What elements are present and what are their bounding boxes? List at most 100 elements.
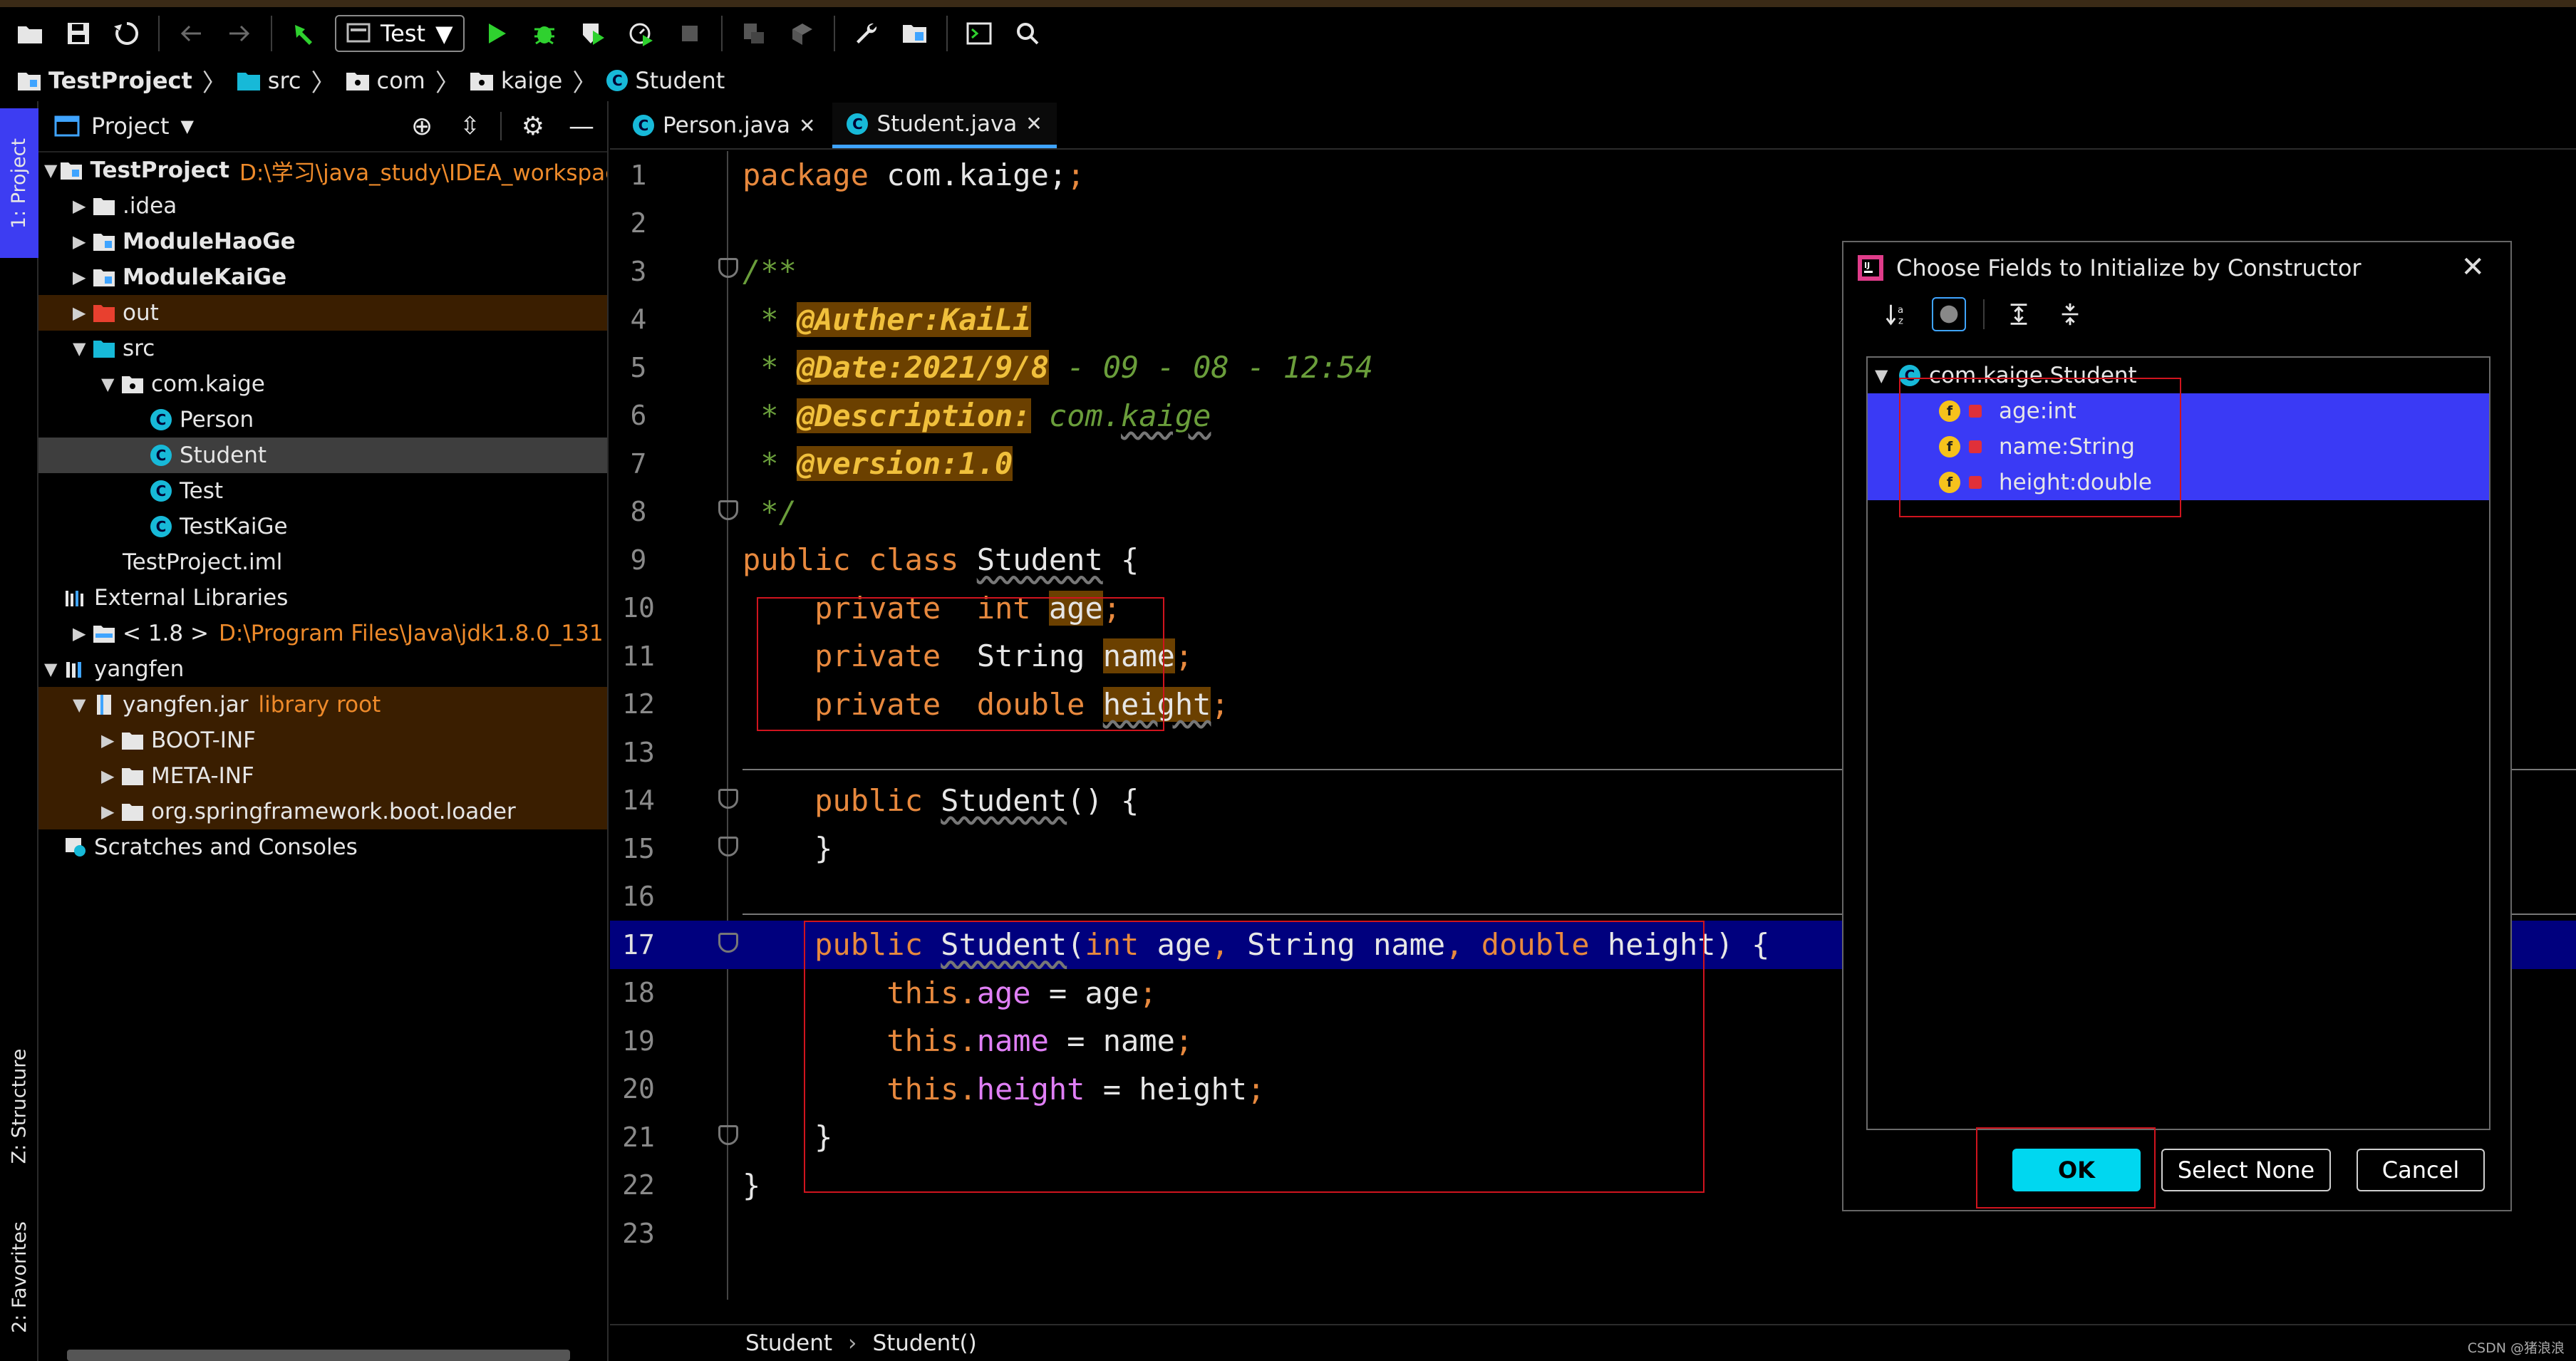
chevron-down-icon[interactable]: ▼ (44, 160, 57, 180)
module-folder-icon (18, 73, 41, 90)
jar-icon (93, 694, 115, 715)
footer-crumb-method[interactable]: Student() (872, 1330, 976, 1356)
open-folder-icon[interactable] (13, 16, 47, 51)
chevron-right-icon[interactable]: ▶ (73, 623, 90, 643)
chevron-right-icon[interactable]: ▶ (73, 303, 90, 323)
code-token: com. (1030, 398, 1122, 433)
toolbar-separator (720, 16, 723, 51)
javadoc-tag: @version:1.0 (796, 446, 1013, 482)
settings-wrench-icon[interactable] (849, 16, 884, 51)
tree-item[interactable]: ▼ TestProject D:\学习\java_study\IDEA_worksp… (38, 152, 607, 188)
close-icon[interactable]: ✕ (1025, 112, 1042, 135)
coverage-icon[interactable] (576, 16, 610, 51)
fold-marker-icon[interactable] (718, 789, 738, 809)
deploy-icon[interactable] (785, 16, 819, 51)
select-none-button[interactable]: Select None (2161, 1149, 2331, 1191)
fold-marker-icon[interactable] (718, 258, 738, 278)
chevron-down-icon[interactable]: ▼ (1875, 366, 1892, 385)
tree-item[interactable]: External Libraries (38, 580, 607, 616)
forward-icon[interactable] (222, 16, 257, 51)
tree-item[interactable]: ▶ ModuleHaoGe (38, 224, 607, 259)
chevron-right-icon[interactable]: ▶ (73, 267, 90, 287)
cancel-button[interactable]: Cancel (2357, 1149, 2485, 1191)
line-number: 15 (622, 832, 655, 864)
tree-item[interactable]: ▶ ModuleKaiGe (38, 259, 607, 295)
sort-alphabetically-icon[interactable]: az (1881, 297, 1915, 331)
project-panel-title[interactable]: Project (91, 113, 169, 140)
chevron-down-icon[interactable]: ▼ (73, 338, 90, 358)
sync-icon[interactable] (110, 16, 144, 51)
terminal-icon[interactable] (962, 16, 996, 51)
close-icon[interactable]: ✕ (2461, 251, 2485, 284)
tab-person-java[interactable]: C Person.java ✕ (619, 103, 829, 148)
tree-item[interactable]: ▶ META-INF (38, 758, 607, 794)
chevron-right-icon[interactable]: ▶ (101, 802, 118, 822)
breadcrumb-project[interactable]: TestProject (17, 67, 192, 94)
tree-item[interactable]: ▼ com.kaige (38, 366, 607, 402)
tree-item[interactable]: ▶ out (38, 295, 607, 331)
tree-item[interactable]: ▼ yangfen (38, 651, 607, 687)
toolbar-separator (500, 112, 502, 140)
tree-item[interactable]: C Person (38, 402, 607, 438)
tree-item-label: External Libraries (94, 585, 289, 611)
chevron-right-icon[interactable]: ▶ (73, 196, 90, 216)
tool-tab-structure[interactable]: Z: Structure (0, 1028, 38, 1184)
chevron-down-icon[interactable]: ▼ (73, 695, 90, 715)
tool-tab-project[interactable]: 1: Project (0, 108, 38, 258)
tree-item[interactable]: C TestKaiGe (38, 509, 607, 544)
expand-all-icon[interactable] (2002, 297, 2036, 331)
back-icon[interactable] (174, 16, 208, 51)
chevron-right-icon[interactable]: ▶ (73, 232, 90, 252)
chevron-right-icon[interactable]: ▶ (101, 730, 118, 750)
close-icon[interactable]: ✕ (799, 114, 815, 138)
class-icon: C (150, 445, 172, 466)
fold-marker-icon[interactable] (718, 933, 738, 953)
run-configuration-select[interactable]: Test ▼ (335, 15, 465, 52)
chevron-down-icon[interactable]: ▼ (180, 116, 193, 136)
fold-marker-icon[interactable] (718, 837, 738, 857)
tool-tab-label: Z: Structure (8, 1048, 31, 1164)
attach-icon[interactable] (737, 16, 771, 51)
tree-item[interactable]: TestProject.iml (38, 544, 607, 580)
profile-icon[interactable] (624, 16, 658, 51)
collapse-all-icon[interactable]: ⇳ (460, 112, 480, 140)
chevron-down-icon[interactable]: ▼ (101, 374, 118, 394)
collapse-all-icon[interactable] (2053, 297, 2087, 331)
stop-icon[interactable] (673, 16, 707, 51)
horizontal-scrollbar[interactable] (67, 1350, 570, 1361)
show-fields-toggle-icon[interactable] (1932, 297, 1966, 331)
build-hammer-icon[interactable] (286, 16, 321, 51)
tree-item[interactable]: ▼ yangfen.jar library root (38, 687, 607, 723)
tree-item-label: Student (180, 443, 267, 468)
gear-icon[interactable]: ⚙ (522, 112, 544, 141)
debug-icon[interactable] (527, 16, 562, 51)
search-icon[interactable] (1010, 16, 1045, 51)
footer-crumb-class[interactable]: Student (745, 1330, 832, 1356)
tree-item[interactable]: C Test (38, 473, 607, 509)
tree-item[interactable]: ▶ org.springframework.boot.loader (38, 794, 607, 829)
tree-item-label: yangfen (94, 656, 185, 682)
chevron-down-icon[interactable]: ▼ (44, 659, 61, 679)
breadcrumb-kaige[interactable]: kaige (470, 67, 562, 94)
code-token: */ (743, 494, 797, 529)
minimize-icon[interactable]: — (569, 112, 594, 141)
tree-item[interactable]: Scratches and Consoles (38, 829, 607, 865)
breadcrumb-src[interactable]: src (237, 67, 301, 94)
tree-item[interactable]: ▶ .idea (38, 188, 607, 224)
breadcrumb-student[interactable]: C Student (606, 67, 725, 94)
locate-target-icon[interactable]: ⊕ (411, 112, 433, 141)
annotation-box-fields-selection (1899, 378, 2181, 517)
tree-item[interactable]: ▶ < 1.8 > D:\Program Files\Java\jdk1.8.0_1… (38, 616, 607, 651)
fold-marker-icon[interactable] (718, 1125, 738, 1145)
tree-item[interactable]: ▶ BOOT-INF (38, 723, 607, 758)
tab-student-java[interactable]: C Student.java ✕ (832, 103, 1057, 148)
project-structure-icon[interactable] (898, 16, 932, 51)
fold-marker-icon[interactable] (718, 500, 738, 520)
chevron-right-icon[interactable]: ▶ (101, 766, 118, 786)
tree-item[interactable]: C Student (38, 438, 607, 473)
breadcrumb-com[interactable]: com (346, 67, 425, 94)
tool-tab-favorites[interactable]: 2: Favorites (0, 1199, 38, 1355)
tree-item[interactable]: ▼ src (38, 331, 607, 366)
run-icon[interactable] (479, 16, 513, 51)
save-icon[interactable] (61, 16, 95, 51)
